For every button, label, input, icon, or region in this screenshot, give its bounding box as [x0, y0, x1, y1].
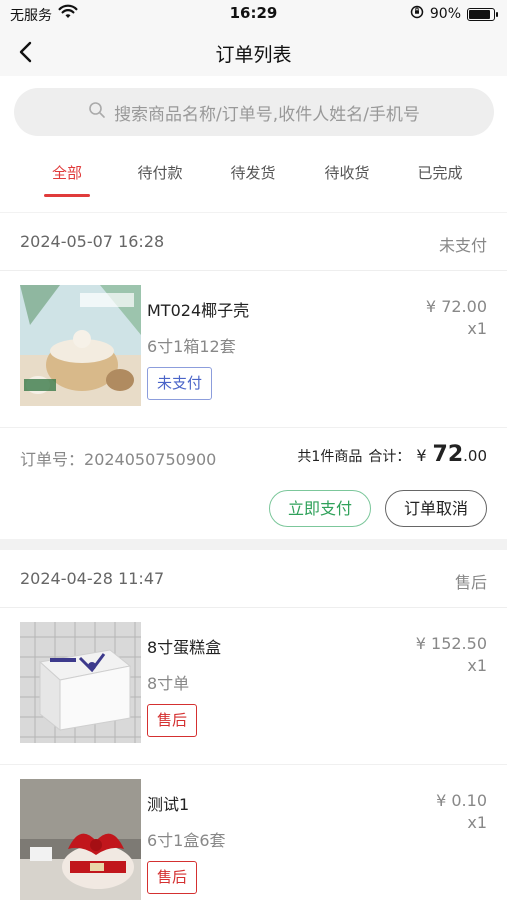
status-badge: 未支付 [147, 367, 213, 400]
status-badge: 售后 [147, 861, 198, 894]
order-total: 共1件商品 合计： ¥72.00 [297, 442, 487, 467]
product-price: ¥ 0.10 [436, 791, 487, 810]
product-name: MT024椰子壳 [147, 301, 250, 320]
order-date: 2024-05-07 16:28 [20, 232, 165, 251]
order-date: 2024-04-28 11:47 [20, 569, 165, 588]
order-number-label: 订单号： [20, 450, 85, 469]
total-amount-decimal: .00 [463, 447, 487, 465]
product-quantity: x1 [467, 813, 487, 832]
product-price: ¥ 152.50 [415, 634, 487, 653]
product-image [20, 779, 141, 900]
product-name: 8寸蛋糕盒 [147, 638, 222, 657]
tab-pending-payment[interactable]: 待付款 [115, 162, 205, 183]
status-bar: 无服务 16:29 90% [0, 0, 507, 28]
order-summary: 订单号：2024050750900 共1件商品 合计： ¥72.00 立即支付 … [0, 427, 507, 539]
order-status: 未支付 [438, 236, 487, 255]
total-label: 合计： [368, 449, 411, 465]
active-tab-indicator [44, 194, 90, 197]
search-placeholder: 搜索商品名称/订单号,收件人姓名/手机号 [114, 104, 420, 125]
item-count: 共1件商品 [297, 449, 363, 465]
nav-bar: 订单列表 [0, 28, 507, 76]
order-number: 订单号：2024050750900 [20, 446, 216, 470]
total-amount-integer: 72 [432, 442, 464, 467]
cancel-order-button[interactable]: 订单取消 [385, 490, 487, 527]
product-spec: 6寸1箱12套 [147, 337, 236, 356]
order-header: 2024-05-07 16:28 未支付 [0, 213, 507, 271]
order-card[interactable]: 2024-04-28 11:47 售后 8寸蛋糕盒 8寸单 售后 ¥ 152.5… [0, 550, 507, 900]
order-item[interactable]: MT024椰子壳 6寸1箱12套 未支付 ¥ 72.00 x1 [0, 271, 507, 427]
status-badge: 售后 [147, 704, 198, 737]
search-input[interactable]: 搜索商品名称/订单号,收件人姓名/手机号 [14, 88, 494, 136]
tab-pending-receipt[interactable]: 待收货 [302, 162, 392, 183]
order-tabs: 全部 待付款 待发货 待收货 已完成 [0, 158, 507, 198]
total-currency: ¥ [416, 446, 427, 465]
product-name: 测试1 [147, 795, 190, 814]
order-item[interactable]: 8寸蛋糕盒 8寸单 售后 ¥ 152.50 x1 [0, 608, 507, 764]
battery-icon [467, 7, 498, 21]
battery-percent: 90% [429, 6, 461, 22]
search-icon [88, 101, 106, 124]
pay-now-button[interactable]: 立即支付 [269, 490, 371, 527]
tab-pending-shipment[interactable]: 待发货 [208, 162, 298, 183]
search-and-tabs: 搜索商品名称/订单号,收件人姓名/手机号 全部 待付款 待发货 待收货 已完成 [0, 76, 507, 212]
product-image [20, 622, 141, 743]
product-spec: 8寸单 [147, 674, 190, 693]
order-status: 售后 [454, 573, 487, 592]
orientation-lock-icon [410, 5, 424, 23]
tab-completed[interactable]: 已完成 [395, 162, 485, 183]
product-quantity: x1 [467, 319, 487, 338]
product-quantity: x1 [467, 656, 487, 675]
order-card[interactable]: 2024-05-07 16:28 未支付 MT024椰子壳 6寸1箱12套 未支… [0, 213, 507, 539]
product-spec: 6寸1盒6套 [147, 831, 226, 850]
tab-all[interactable]: 全部 [22, 162, 112, 183]
product-image [20, 285, 141, 406]
order-number-value: 2024050750900 [84, 450, 217, 469]
product-price: ¥ 72.00 [425, 297, 487, 316]
order-item[interactable]: 测试1 6寸1盒6套 售后 ¥ 0.10 x1 [0, 764, 507, 900]
order-header: 2024-04-28 11:47 售后 [0, 550, 507, 608]
page-title: 订单列表 [215, 44, 292, 66]
